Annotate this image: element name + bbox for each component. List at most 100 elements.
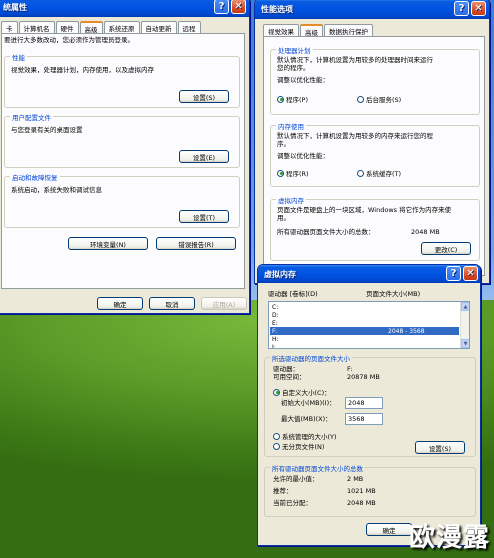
system-managed-radio[interactable]: 系统管理的大小(Y): [273, 431, 337, 441]
no-paging-file-radio[interactable]: 无分页文件(N): [273, 441, 324, 451]
virtual-memory-legend: 虚拟内存: [276, 195, 306, 205]
processor-scheduling-legend: 处理器计划: [276, 45, 313, 55]
virtual-memory-group: 虚拟内存 页面文件是硬盘上的一块区域，Windows 将它作为内存来使 用。 所…: [270, 195, 480, 261]
radio-selected-icon: [277, 169, 284, 177]
admin-note: 要进行大多数改动，您必须作为管理员登录。: [4, 36, 134, 44]
performance-settings-button[interactable]: 设置(S): [179, 90, 229, 103]
window-title: 统属性: [3, 2, 27, 12]
vm-total-label: 所有驱动器页面文件大小的总数：: [277, 228, 375, 236]
startup-recovery-legend: 启动和故障恢复: [10, 172, 60, 182]
virtual-memory-window: 虚拟内存 ? ✕ 驱动器 [卷标](D) 页面文件大小(MB) C: D: E:…: [257, 264, 481, 546]
advanced-tab-panel: 处理器计划 默认情况下，计算机设置为用较多的处理器时间来运行 您的程序。 调整以…: [263, 36, 485, 276]
startup-recovery-settings-button[interactable]: 设置(T): [179, 210, 229, 223]
processor-desc-line2: 您的程序。: [277, 64, 310, 72]
performance-options-window: 性能选项 ? ✕ 视觉效果 高级 数据执行保护 处理器计划 默认情况下，计算机设…: [254, 0, 490, 284]
user-profile-group: 用户配置文件 与您登录有关的桌面设置 设置(E): [4, 112, 240, 168]
apply-button[interactable]: 应用(A): [201, 297, 247, 310]
list-item[interactable]: H:: [270, 335, 459, 343]
help-button[interactable]: ?: [446, 266, 461, 281]
processor-programs-radio[interactable]: 程序(P): [277, 94, 308, 104]
memory-usage-legend: 内存使用: [276, 121, 306, 131]
drive-column-header: 驱动器 [卷标](D): [268, 290, 318, 298]
drive-letter: I:: [272, 343, 276, 349]
currently-allocated-label: 当前已分配：: [273, 499, 312, 507]
scroll-up-icon[interactable]: ▲: [461, 302, 469, 311]
processor-adjust-label: 调整以优化性能：: [277, 76, 329, 84]
drive-letter: C:: [272, 303, 279, 311]
set-button[interactable]: 设置(S): [415, 441, 465, 454]
size-column-header: 页面文件大小(MB): [366, 290, 421, 298]
list-item[interactable]: I:: [270, 343, 459, 349]
custom-size-radio[interactable]: 自定义大小(C)：: [273, 387, 331, 397]
processor-scheduling-group: 处理器计划 默认情况下，计算机设置为用较多的处理器时间来运行 您的程序。 调整以…: [270, 45, 480, 115]
totals-legend: 所有驱动器页面文件大小的总数: [270, 463, 365, 473]
performance-desc: 视觉效果，处理器计划，内存使用，以及虚拟内存: [11, 66, 154, 74]
close-button[interactable]: ✕: [463, 266, 478, 281]
selected-drive-legend: 所选驱动器的页面文件大小: [270, 353, 352, 363]
memory-programs-radio[interactable]: 程序(R): [277, 168, 309, 178]
list-item[interactable]: D:: [270, 311, 459, 319]
system-properties-window: 统属性 ? ✕ 卡 计算机名 硬件 高级 系统还原 自动更新 远程 要进行大多数…: [0, 0, 250, 314]
window-title: 性能选项: [261, 4, 293, 14]
performance-options-titlebar[interactable]: 性能选项 ? ✕: [255, 0, 489, 19]
memory-usage-group: 内存使用 默认情况下，计算机设置为用较多的内存来运行您的程 序。 调整以优化性能…: [270, 121, 480, 187]
radio-label: 系统管理的大小(Y): [282, 433, 337, 441]
radio-label: 无分页文件(N): [282, 443, 325, 451]
system-properties-titlebar[interactable]: 统属性 ? ✕: [0, 0, 249, 17]
cancel-button[interactable]: 取消: [149, 297, 195, 310]
radio-label: 系统缓存(T): [366, 170, 402, 178]
radio-unselected-icon: [273, 442, 280, 450]
radio-label: 后台服务(S): [366, 96, 402, 104]
max-size-label: 最大值(MB)(X)：: [281, 415, 332, 423]
vm-change-button[interactable]: 更改(C): [421, 242, 471, 255]
environment-variables-button[interactable]: 环境变量(N): [68, 237, 148, 250]
window-title: 虚拟内存: [264, 269, 296, 279]
selected-drive-group: 所选驱动器的页面文件大小 驱动器： F: 可用空间： 20878 MB 自定义大…: [264, 353, 476, 457]
user-profile-desc: 与您登录有关的桌面设置: [11, 126, 83, 134]
scroll-down-icon[interactable]: ▼: [461, 339, 469, 348]
radio-label: 自定义大小(C)：: [282, 389, 331, 397]
memory-system-cache-radio[interactable]: 系统缓存(T): [357, 168, 401, 178]
max-size-input[interactable]: 3568: [345, 413, 383, 425]
initial-size-input[interactable]: 2048: [345, 397, 383, 409]
help-button[interactable]: ?: [454, 1, 469, 16]
list-item[interactable]: C:: [270, 303, 459, 311]
list-item-selected[interactable]: F: 2048 - 3568: [270, 327, 459, 335]
recommended-label: 推荐：: [273, 487, 293, 495]
virtual-memory-titlebar[interactable]: 虚拟内存 ? ✕: [258, 265, 480, 283]
radio-unselected-icon: [273, 432, 280, 440]
vm-total-value: 2048 MB: [411, 228, 440, 236]
user-profile-settings-button[interactable]: 设置(E): [179, 150, 229, 163]
radio-label: 程序(R): [286, 170, 309, 178]
help-button[interactable]: ?: [214, 0, 229, 14]
memory-desc-line2: 序。: [277, 140, 290, 148]
ok-button[interactable]: 确定: [97, 297, 143, 310]
processor-background-radio[interactable]: 后台服务(S): [357, 94, 401, 104]
space-label: 可用空间：: [273, 373, 306, 381]
radio-label: 程序(P): [286, 96, 308, 104]
close-button[interactable]: ✕: [231, 0, 246, 14]
error-reporting-button[interactable]: 错误报告(R): [156, 237, 236, 250]
initial-size-label: 初始大小(MB)(I)：: [281, 399, 336, 407]
vm-desc-line2: 用。: [277, 214, 290, 222]
drive-letter: F:: [272, 327, 278, 335]
vm-desc-line1: 页面文件是硬盘上的一块区域，Windows 将它作为内存来使: [277, 206, 452, 214]
watermark-logo: 欧漫露: [408, 523, 490, 553]
recommended-value: 1021 MB: [347, 487, 376, 495]
memory-adjust-label: 调整以优化性能：: [277, 152, 329, 160]
list-item[interactable]: E:: [270, 319, 459, 327]
close-button[interactable]: ✕: [471, 1, 486, 16]
ok-button[interactable]: 确定: [366, 523, 412, 536]
drive-letter: D:: [272, 311, 279, 319]
memory-desc-line1: 默认情况下，计算机设置为用较多的内存来运行您的程: [277, 132, 433, 140]
user-profile-legend: 用户配置文件: [10, 112, 53, 122]
currently-allocated-value: 2048 MB: [347, 499, 376, 507]
drive-list[interactable]: C: D: E: F: 2048 - 3568 H: I: ▲ ▼: [268, 301, 470, 349]
drive-letter: E:: [272, 319, 278, 327]
min-allowed-value: 2 MB: [347, 475, 364, 483]
performance-group: 性能 视觉效果，处理器计划，内存使用，以及虚拟内存 设置(S): [4, 52, 240, 108]
drive-letter: H:: [272, 335, 279, 343]
radio-selected-icon: [273, 388, 280, 396]
totals-group: 所有驱动器页面文件大小的总数 允许的最小值： 2 MB 推荐： 1021 MB …: [264, 463, 476, 517]
list-scrollbar[interactable]: ▲ ▼: [460, 302, 469, 348]
